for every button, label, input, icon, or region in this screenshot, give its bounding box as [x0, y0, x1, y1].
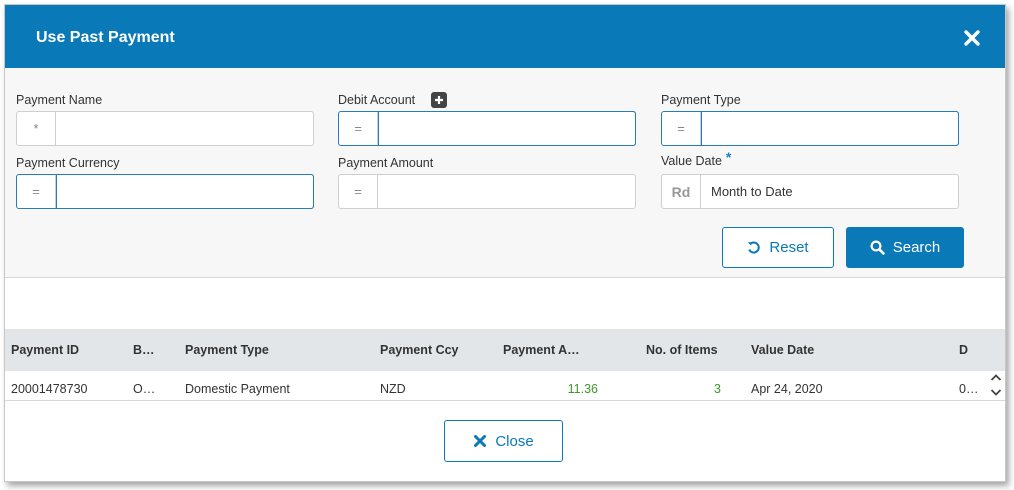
close-icon — [474, 435, 487, 447]
payment-name-label: Payment Name — [16, 93, 103, 107]
table-cell: Domestic Payment — [185, 382, 290, 396]
reset-label: Reset — [769, 239, 809, 256]
payment-type-operator[interactable]: = — [662, 112, 701, 145]
column-header[interactable]: No. of Items — [646, 343, 718, 357]
close-icon[interactable] — [963, 29, 981, 47]
column-header[interactable]: Payment ID — [11, 343, 79, 357]
table-cell: 3 — [714, 382, 721, 396]
table-row[interactable]: 20001478730 O… Domestic Payment NZD 11.3… — [5, 371, 1005, 401]
payment-currency-field: = — [16, 174, 314, 209]
payment-currency-operator[interactable]: = — [17, 175, 56, 208]
table-cell: 20001478730 — [11, 382, 88, 396]
payment-name-field: * — [16, 111, 314, 146]
close-label: Close — [495, 432, 534, 450]
table-cell: 11.36 — [567, 382, 598, 396]
table-cell: O… — [133, 382, 156, 396]
reset-button[interactable]: Reset — [722, 227, 834, 268]
value-date-label: Value Date — [661, 154, 722, 168]
search-label: Search — [892, 239, 941, 256]
search-button[interactable]: Search — [846, 227, 964, 268]
column-header[interactable]: B… — [133, 343, 155, 357]
payment-currency-label: Payment Currency — [16, 156, 120, 170]
table-scrollbar[interactable] — [989, 371, 1003, 401]
table-cell: 0… — [959, 382, 979, 396]
value-date-label-wrap: Value Date * — [661, 149, 732, 168]
payment-amount-field: = — [338, 174, 636, 209]
payment-amount-operator[interactable]: = — [339, 175, 378, 208]
payment-name-input[interactable] — [56, 112, 313, 145]
value-date-operator[interactable]: Rd — [662, 175, 701, 208]
debit-account-label: Debit Account — [338, 93, 416, 107]
required-marker: * — [725, 149, 732, 165]
dialog-title: Use Past Payment — [36, 29, 175, 46]
value-date-field: Rd — [661, 174, 959, 209]
value-date-input[interactable] — [701, 175, 958, 208]
payment-type-field: = — [661, 111, 959, 146]
payment-amount-input[interactable] — [378, 175, 635, 208]
payment-type-input[interactable] — [701, 111, 959, 146]
use-past-payment-dialog: Use Past Payment Payment Name * Debit Ac… — [4, 4, 1006, 482]
plus-icon[interactable] — [431, 92, 447, 108]
chevron-up-down-icon[interactable] — [989, 371, 1003, 401]
payment-type-label: Payment Type — [661, 93, 741, 107]
table-cell: NZD — [380, 382, 406, 396]
column-header[interactable]: D — [959, 343, 968, 357]
column-header[interactable]: Payment Ccy — [380, 343, 459, 357]
column-header[interactable]: Value Date — [751, 343, 814, 357]
debit-account-operator[interactable]: = — [339, 112, 378, 145]
payment-name-operator[interactable]: * — [17, 112, 56, 145]
debit-account-input[interactable] — [378, 111, 636, 146]
close-button[interactable]: Close — [444, 420, 563, 462]
column-header[interactable]: Payment Type — [185, 343, 269, 357]
payment-currency-input[interactable] — [56, 174, 314, 209]
payment-amount-label: Payment Amount — [338, 156, 434, 170]
reset-icon — [748, 241, 761, 253]
debit-account-field: = — [338, 111, 636, 146]
column-header[interactable]: Payment A… — [503, 343, 580, 357]
table-cell: Apr 24, 2020 — [751, 382, 823, 396]
filter-panel: Payment Name * Debit Account = Payment T… — [5, 68, 1005, 278]
results-table-header: Payment ID B… Payment Type Payment Ccy P… — [5, 329, 1005, 371]
search-icon — [870, 240, 885, 255]
dialog-header: Use Past Payment — [5, 5, 1005, 68]
